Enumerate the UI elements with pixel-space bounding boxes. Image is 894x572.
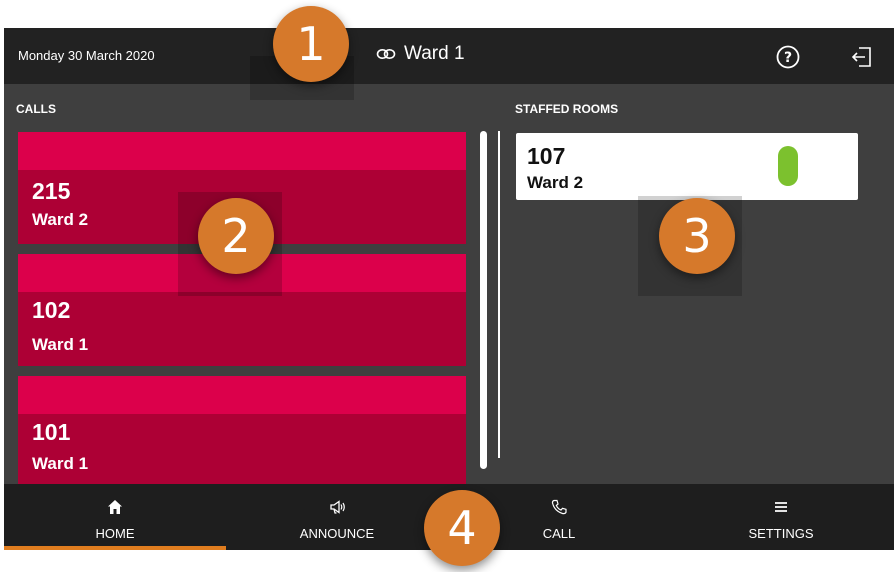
- calls-section-title: CALLS: [16, 102, 56, 116]
- call-room-number: 215: [32, 178, 71, 204]
- logout-icon[interactable]: [850, 45, 874, 74]
- svg-text:?: ?: [784, 50, 792, 66]
- help-circle-icon[interactable]: ?: [776, 45, 800, 74]
- ward-title: Ward 1: [404, 43, 465, 64]
- megaphone-icon: [226, 498, 448, 516]
- nav-home[interactable]: HOME: [4, 484, 226, 550]
- call-card-stripe: [18, 376, 466, 414]
- nav-announce[interactable]: ANNOUNCE: [226, 484, 448, 550]
- nav-announce-label: ANNOUNCE: [299, 526, 375, 541]
- link-icon: [376, 47, 396, 61]
- menu-icon: [670, 498, 892, 516]
- device-screen: Monday 30 March 2020 Ward 1 ? CALLS STAF…: [4, 28, 894, 550]
- presence-indicator: [778, 146, 798, 186]
- header-bar: Monday 30 March 2020 Ward 1 ?: [4, 28, 894, 84]
- nav-home-label: HOME: [95, 526, 135, 541]
- nav-settings-label: SETTINGS: [748, 526, 814, 541]
- home-icon: [4, 498, 226, 516]
- callout-marker-4: 4: [424, 490, 500, 566]
- call-room-number: 101: [32, 419, 71, 445]
- call-ward-name: Ward 1: [32, 335, 89, 354]
- panel-divider: [498, 131, 500, 458]
- call-ward-name: Ward 2: [32, 210, 89, 229]
- staffed-ward-name: Ward 2: [527, 173, 584, 192]
- call-room-number: 102: [32, 297, 71, 323]
- staffed-room-card[interactable]: 107 Ward 2: [516, 133, 858, 200]
- staffed-room-number: 107: [527, 143, 566, 169]
- call-card[interactable]: 101 Ward 1: [18, 376, 466, 484]
- ward-selector[interactable]: Ward 1: [376, 43, 465, 65]
- callout-marker-2: 2: [198, 198, 274, 274]
- calls-scrollbar[interactable]: [480, 131, 487, 469]
- call-ward-name: Ward 1: [32, 454, 89, 473]
- date-label: Monday 30 March 2020: [18, 48, 155, 63]
- call-card-stripe: [18, 132, 466, 170]
- callout-marker-1: 1: [273, 6, 349, 82]
- nav-settings[interactable]: SETTINGS: [670, 484, 892, 550]
- callout-marker-3: 3: [659, 198, 735, 274]
- active-tab-indicator: [4, 546, 226, 550]
- staffed-rooms-title: STAFFED ROOMS: [515, 102, 619, 116]
